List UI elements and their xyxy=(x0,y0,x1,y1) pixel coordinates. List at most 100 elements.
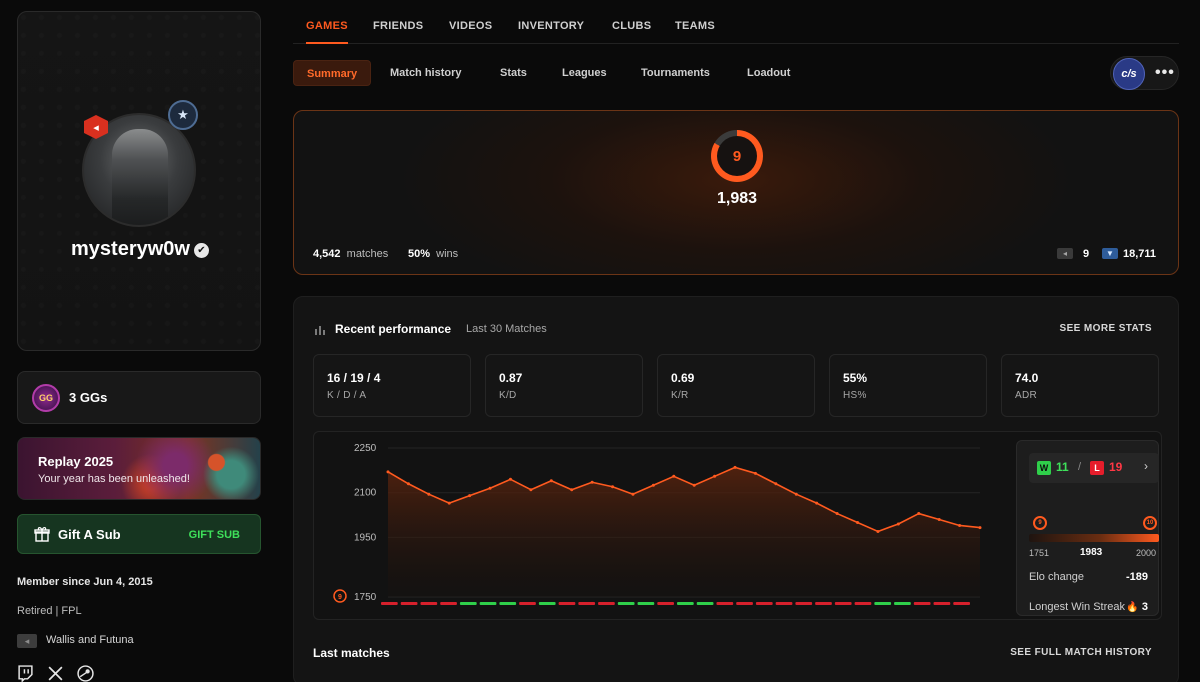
region-icon: ◂ xyxy=(1057,248,1073,259)
elo-point xyxy=(794,492,798,496)
subtab-stats[interactable]: Stats xyxy=(487,60,540,86)
y-tick-label: 2250 xyxy=(354,443,377,454)
elo-point xyxy=(447,501,451,505)
elo-point xyxy=(427,492,431,496)
performance-subtitle: Last 30 Matches xyxy=(466,323,547,335)
more-options-icon[interactable]: ••• xyxy=(1155,64,1175,82)
subtab-loadout[interactable]: Loadout xyxy=(734,60,803,86)
replay-banner[interactable]: Replay 2025 Your year has been unleashed… xyxy=(17,437,261,500)
subtab-tournaments[interactable]: Tournaments xyxy=(628,60,723,86)
tab-games[interactable]: GAMES xyxy=(306,20,348,32)
stat-label: ADR xyxy=(1015,390,1038,401)
see-full-history-link[interactable]: SEE FULL MATCH HISTORY xyxy=(1010,647,1152,658)
result-loss xyxy=(657,602,674,605)
elo-point xyxy=(896,522,900,526)
elo-point xyxy=(876,529,880,533)
result-loss xyxy=(815,602,832,605)
stat-value: 0.87 xyxy=(499,371,523,385)
avatar-figure xyxy=(112,129,168,225)
elo-point xyxy=(856,521,860,524)
match-summary-side: W 11 / L 19 › 9 10 1751 1983 2000 Elo ch… xyxy=(1016,440,1159,616)
player-status: Retired | FPL xyxy=(17,605,82,617)
result-win xyxy=(874,602,892,605)
stat-label: HS% xyxy=(843,390,867,401)
performance-title: Recent performance xyxy=(335,322,452,336)
result-win xyxy=(617,602,635,605)
twitch-icon[interactable] xyxy=(17,665,34,682)
gift-cta: GIFT SUB xyxy=(188,529,240,541)
elo-value: 1,983 xyxy=(716,190,758,207)
username-text: mysteryw0w xyxy=(71,238,190,260)
result-loss xyxy=(736,602,753,605)
result-loss xyxy=(795,602,813,605)
result-loss xyxy=(953,602,970,605)
elo-point xyxy=(549,479,553,483)
tab-inventory[interactable]: INVENTORY xyxy=(518,20,584,32)
stat-value: 16 / 19 / 4 xyxy=(327,371,381,385)
elo-point xyxy=(835,512,839,516)
result-win xyxy=(894,602,911,605)
result-win xyxy=(479,602,497,605)
result-win xyxy=(538,602,556,605)
elo-point xyxy=(753,471,757,475)
bar-chart-icon xyxy=(315,326,325,335)
username: mysteryw0w ✔ xyxy=(18,238,260,261)
stat-adr: 74.0 ADR xyxy=(1001,354,1159,417)
win-streak-number: 3 xyxy=(1141,601,1148,613)
elo-card: 9 1,983 4,542 matches 50% wins ◂ 9 ▼ 18,… xyxy=(293,110,1179,275)
elo-point xyxy=(651,483,655,487)
loss-icon: L xyxy=(1090,461,1104,475)
subtab-summary[interactable]: Summary xyxy=(293,60,372,86)
elo-point xyxy=(958,523,962,527)
active-tab-underline xyxy=(306,42,348,44)
gift-sub-button[interactable]: Gift A Sub GIFT SUB xyxy=(17,514,261,554)
level-marker-text: 9 xyxy=(338,594,342,601)
performance-panel: Recent performance Last 30 Matches SEE M… xyxy=(293,296,1179,682)
org-logo[interactable]: c/s xyxy=(1113,58,1145,90)
elo-range-max: 2000 xyxy=(1136,548,1157,558)
elo-point xyxy=(692,483,696,487)
skill-level-value: 9 xyxy=(717,136,757,176)
tab-videos[interactable]: VIDEOS xyxy=(449,20,492,32)
see-more-stats-link[interactable]: SEE MORE STATS xyxy=(1060,323,1152,334)
replay-title: Replay 2025 xyxy=(38,454,114,469)
win-streak-label: Longest Win Streak xyxy=(1029,601,1125,613)
subtab-match-history[interactable]: Match history xyxy=(377,60,475,86)
global-rank: 18,711 xyxy=(1123,248,1157,260)
elo-point xyxy=(488,486,492,490)
stat-value: 0.69 xyxy=(671,371,695,385)
level-9-icon: 9 xyxy=(1033,516,1047,530)
result-loss xyxy=(834,602,852,605)
tab-friends[interactable]: FRIENDS xyxy=(373,20,423,32)
win-icon: W xyxy=(1037,461,1051,475)
subtab-leagues[interactable]: Leagues xyxy=(549,60,620,86)
gg-count: 3 GGs xyxy=(69,390,108,405)
verified-icon: ✔ xyxy=(193,243,209,258)
member-since: Member since Jun 4, 2015 xyxy=(17,576,153,588)
org-switcher: c/s ••• xyxy=(1110,56,1179,90)
stat-label: K / D / A xyxy=(327,390,367,401)
y-tick-label: 2100 xyxy=(354,488,377,499)
win-loss-pill[interactable]: W 11 / L 19 › xyxy=(1029,453,1159,483)
elo-area xyxy=(388,467,980,597)
result-loss xyxy=(913,602,931,605)
result-loss xyxy=(558,602,576,605)
stat-value: 74.0 xyxy=(1015,371,1039,385)
skill-level-ring: 9 xyxy=(711,130,763,182)
tab-clubs[interactable]: CLUBS xyxy=(612,20,651,32)
steam-icon[interactable] xyxy=(77,665,94,682)
stat-label: K/D xyxy=(499,390,517,401)
matches-value: 4,542 xyxy=(313,248,341,260)
gg-card[interactable]: GG 3 GGs xyxy=(17,371,261,424)
stat-label: K/R xyxy=(671,390,689,401)
last-matches-title: Last matches xyxy=(313,646,390,660)
win-streak-value: 🔥 3 xyxy=(1126,601,1148,613)
stat-kd: 0.87 K/D xyxy=(485,354,643,417)
result-loss xyxy=(400,602,418,605)
x-icon[interactable] xyxy=(47,665,64,682)
wins-count: 11 xyxy=(1056,460,1069,474)
elo-point xyxy=(590,480,594,484)
elo-point xyxy=(917,512,921,516)
tab-teams[interactable]: TEAMS xyxy=(675,20,715,32)
result-loss xyxy=(420,602,438,605)
